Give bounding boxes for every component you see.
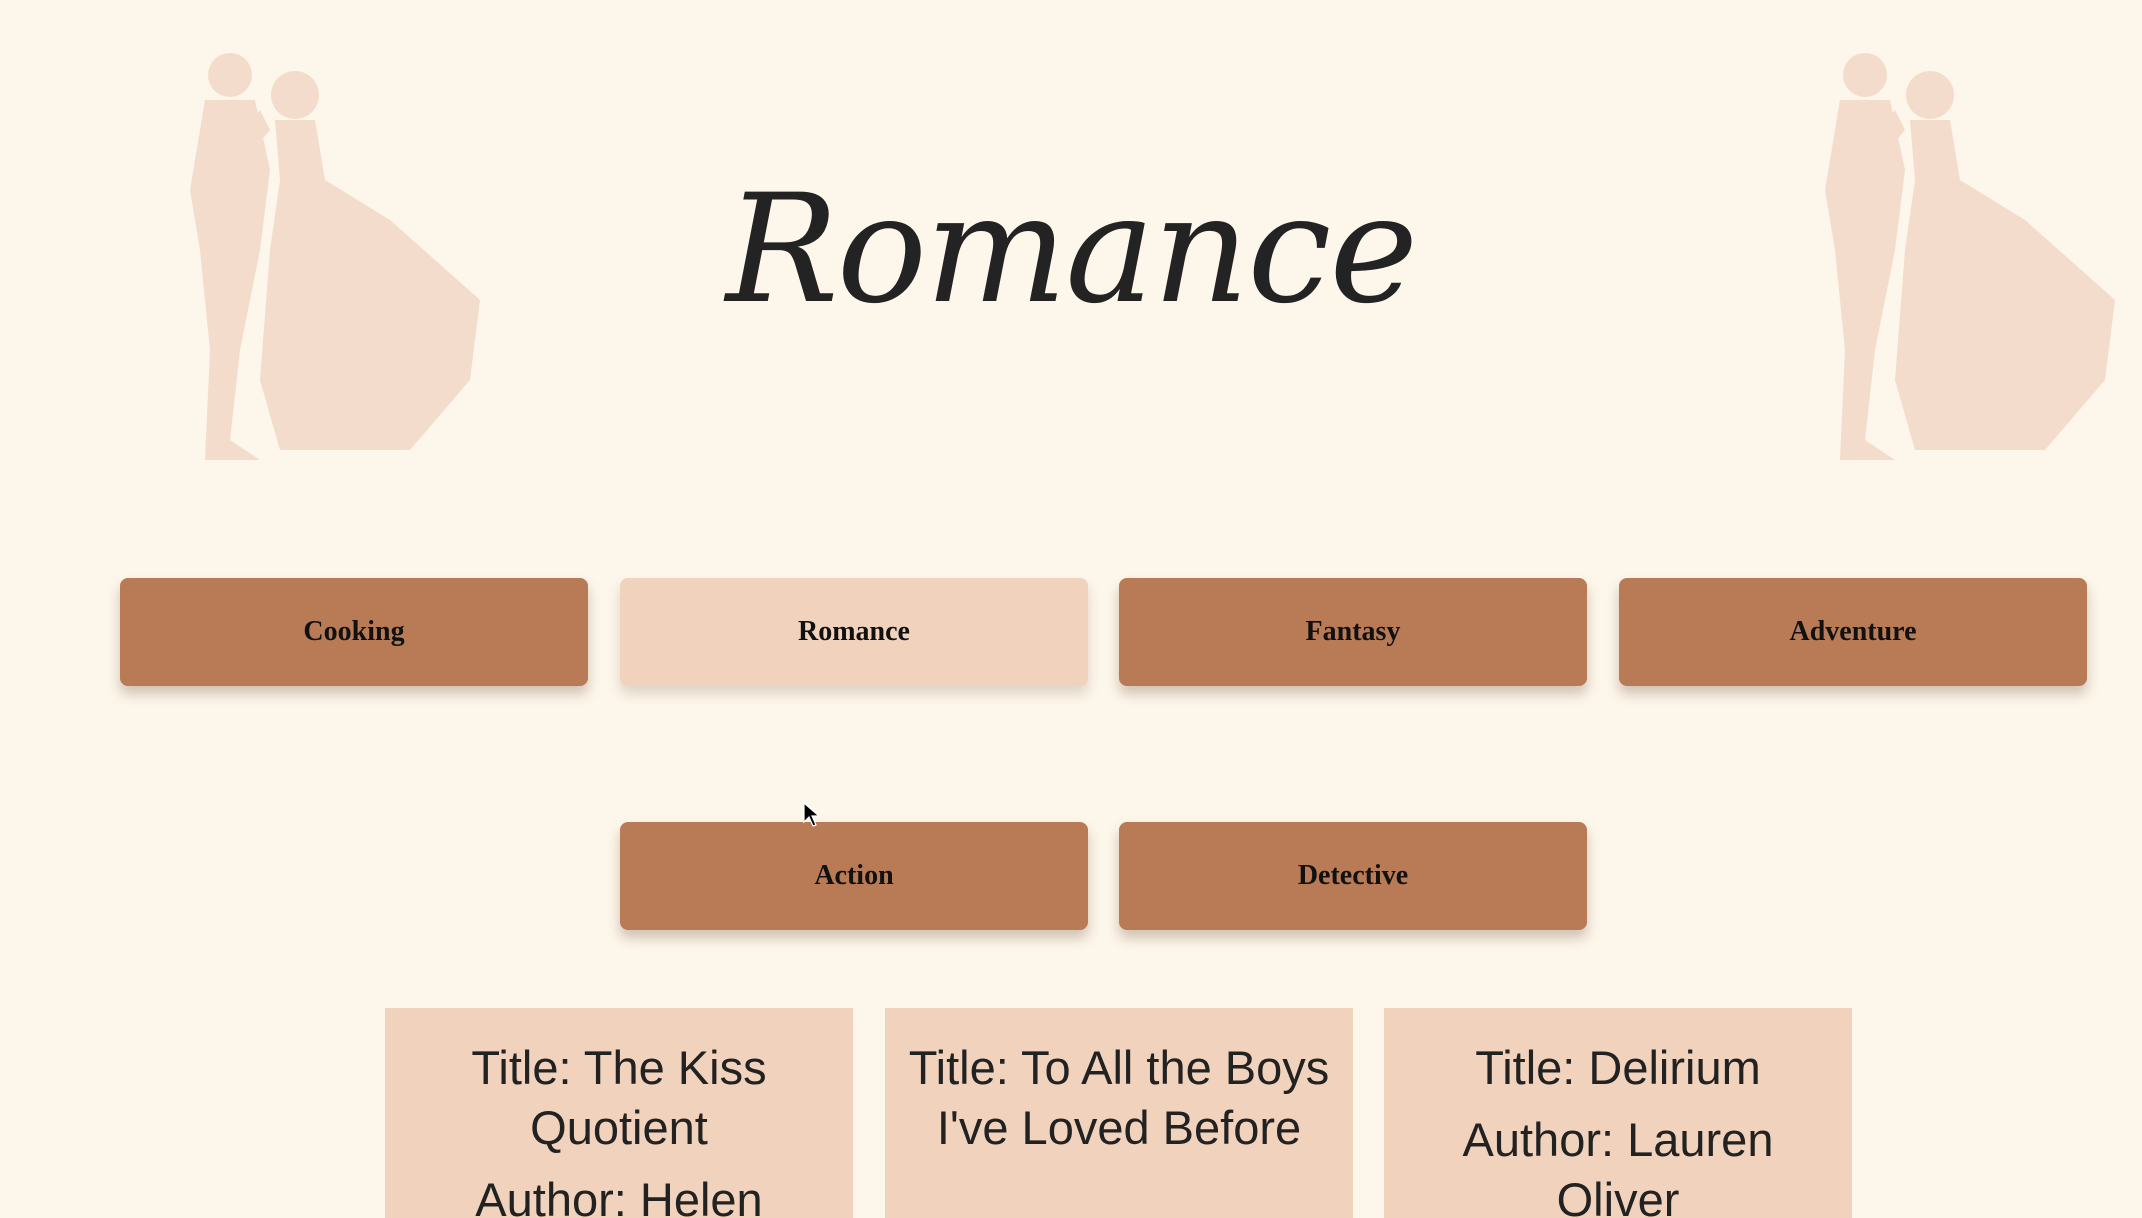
book-author: Author: Helen: [475, 1173, 763, 1218]
genre-button-cooking[interactable]: Cooking: [120, 578, 588, 686]
genre-button-romance[interactable]: Romance: [620, 578, 1088, 686]
book-title: Title: The Kiss Quotient: [471, 1041, 767, 1154]
genre-button-adventure[interactable]: Adventure: [1619, 578, 2087, 686]
page-title: Romance: [725, 163, 1418, 337]
genre-button-action[interactable]: Action: [620, 822, 1088, 930]
book-card: Title: Delirium Author: Lauren Oliver: [1384, 1008, 1852, 1218]
book-author: Author: Lauren Oliver: [1462, 1113, 1774, 1218]
book-card: Title: The Kiss Quotient Author: Helen: [385, 1008, 853, 1218]
genre-button-detective[interactable]: Detective: [1119, 822, 1587, 930]
book-title: Title: Delirium: [1475, 1041, 1761, 1094]
book-title: Title: To All the Boys I've Loved Before: [908, 1041, 1330, 1154]
book-card: Title: To All the Boys I've Loved Before: [885, 1008, 1353, 1218]
genre-button-fantasy[interactable]: Fantasy: [1119, 578, 1587, 686]
mouse-cursor-icon: [803, 801, 821, 828]
